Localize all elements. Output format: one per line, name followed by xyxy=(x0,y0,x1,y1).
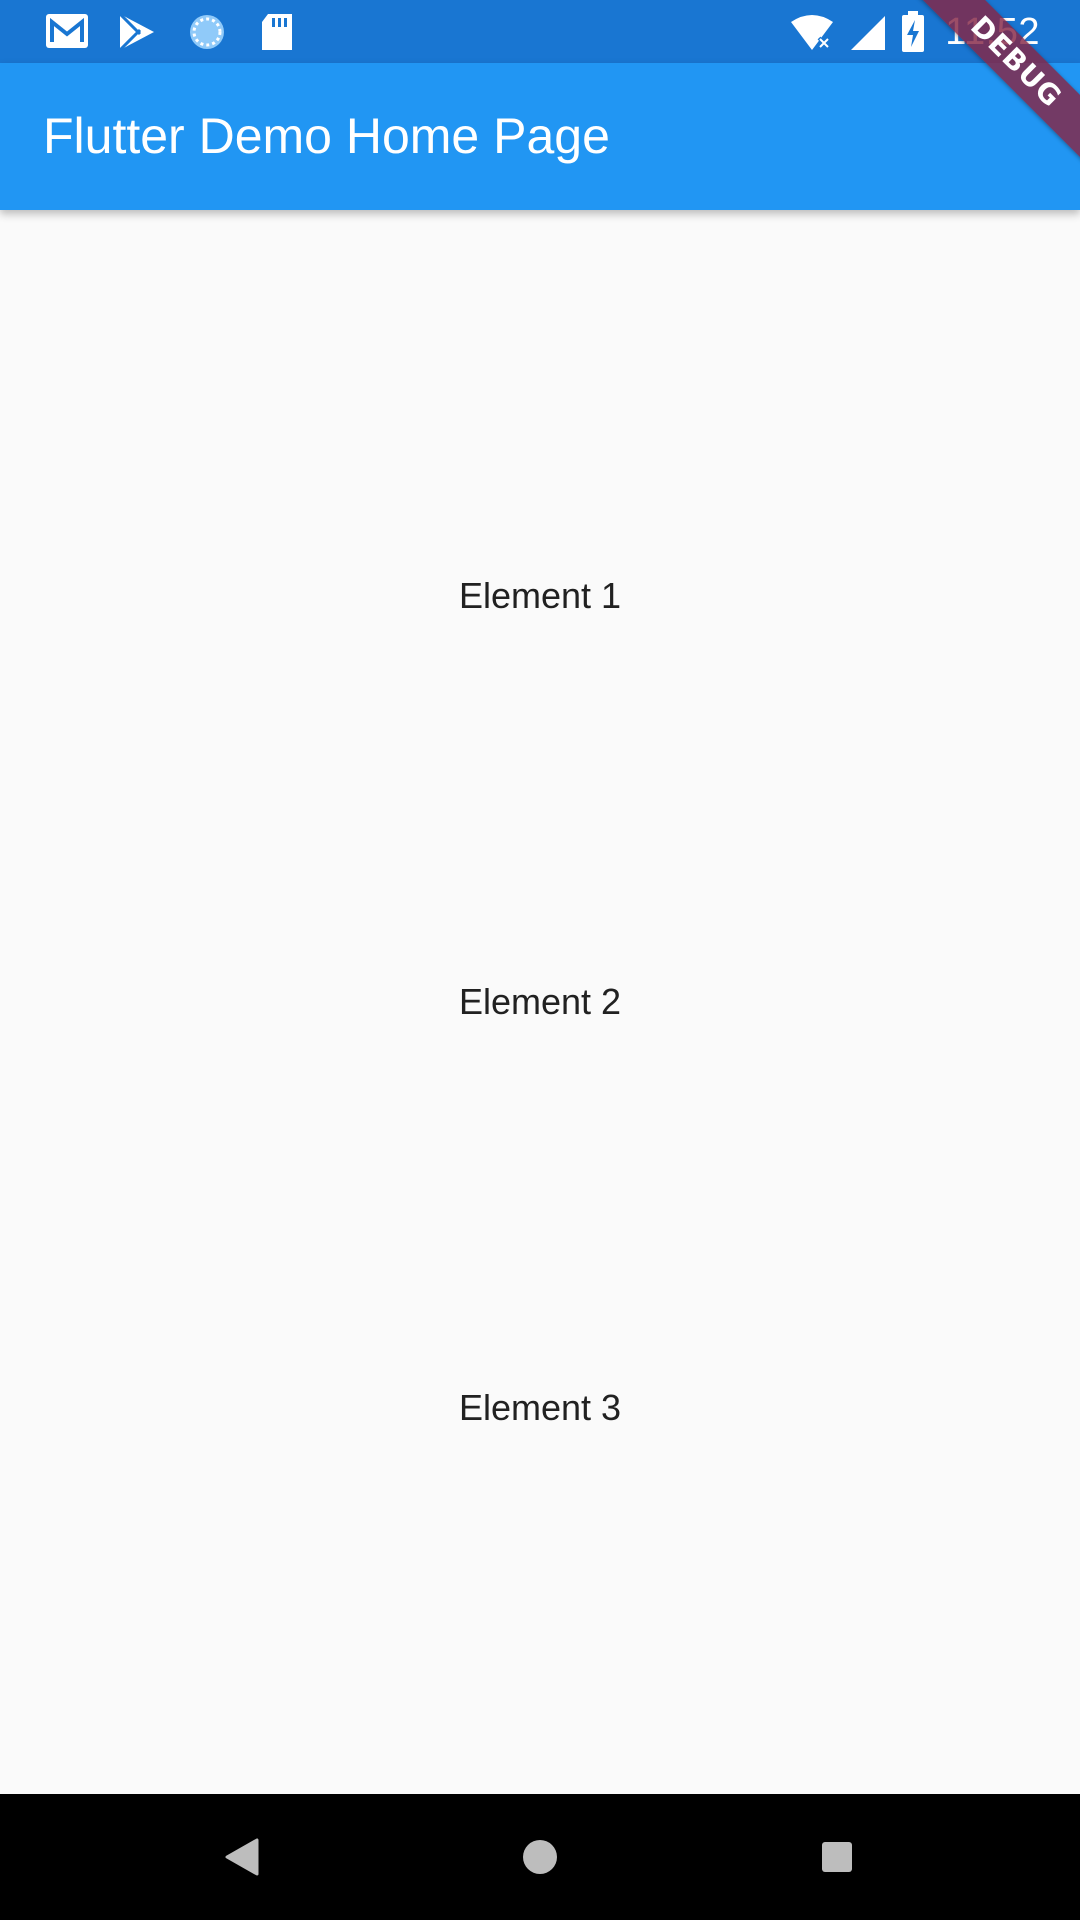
list-item: Element 3 xyxy=(458,1387,622,1428)
navigation-bar xyxy=(0,1794,1080,1920)
battery-charging-icon xyxy=(902,11,925,52)
status-bar: 11:52 xyxy=(0,0,1080,63)
notification-icons xyxy=(44,12,300,52)
recents-button[interactable] xyxy=(777,1794,897,1920)
back-button[interactable] xyxy=(181,1794,301,1920)
mail-icon xyxy=(46,14,88,48)
status-time: 11:52 xyxy=(945,10,1040,53)
sd-card-icon xyxy=(262,14,292,50)
sync-icon xyxy=(190,15,224,49)
home-button[interactable] xyxy=(480,1794,600,1920)
signal-icon xyxy=(851,16,886,50)
recents-icon xyxy=(822,1842,852,1872)
app-bar: Flutter Demo Home Page xyxy=(0,63,1080,210)
back-icon xyxy=(225,1838,259,1876)
list-item: Element 1 xyxy=(458,575,622,616)
main-content: Element 1 Element 2 Element 3 xyxy=(0,210,1080,1794)
play-store-icon xyxy=(118,12,154,52)
page-title: Flutter Demo Home Page xyxy=(43,108,610,164)
system-icons: 11:52 xyxy=(789,8,1040,56)
list-item: Element 2 xyxy=(458,981,622,1022)
home-icon xyxy=(523,1840,557,1874)
wifi-icon xyxy=(791,15,834,50)
